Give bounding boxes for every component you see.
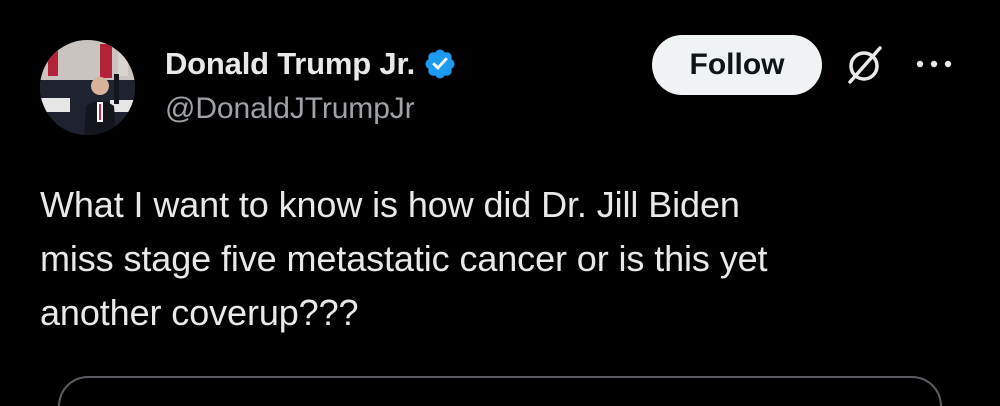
follow-button[interactable]: Follow [652,35,822,95]
author-name-row: Donald Trump Jr. [165,44,457,84]
tweet-card: Donald Trump Jr. @DonaldJTrumpJr Follow … [0,0,1000,406]
tweet-text-line: What I want to know is how did Dr. Jill … [40,184,740,225]
tweet-body: What I want to know is how did Dr. Jill … [40,178,970,340]
tweet-text-line: another coverup??? [40,292,359,333]
ellipsis-icon[interactable] [912,52,956,76]
author-handle[interactable]: @DonaldJTrumpJr [165,92,415,126]
author-avatar[interactable] [40,40,135,135]
embedded-card-edge [58,376,942,406]
tweet-text-line: miss stage five metastatic cancer or is … [40,238,768,279]
author-display-name[interactable]: Donald Trump Jr. [165,46,415,82]
avatar-photo [40,40,135,135]
verified-badge-icon[interactable] [423,47,457,81]
slashed-circle-icon[interactable] [842,42,888,88]
